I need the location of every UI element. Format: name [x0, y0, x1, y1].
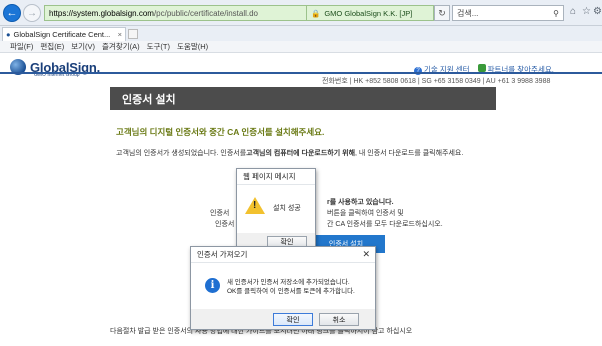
- tab-title: GlobalSign Certificate Cent...: [13, 30, 111, 39]
- arrow-left-icon: ←: [6, 7, 18, 19]
- star-icon[interactable]: ☆: [582, 6, 591, 17]
- search-icon: ⚲: [553, 8, 559, 18]
- body-text-post: , 내 인증서 다운로드를 클릭해주세요.: [355, 150, 464, 157]
- webpage-message-dialog: 웹 페이지 메시지 ! 설치 성공 확인: [236, 168, 316, 252]
- tab-globalsign[interactable]: ● GlobalSign Certificate Cent... ×: [2, 27, 126, 41]
- certificate-indicator[interactable]: 🔒 GMO GlobalSign K.K. [JP]: [306, 5, 434, 21]
- refresh-button[interactable]: ↻: [434, 5, 450, 21]
- cert-dialog-line2: OK를 클릭하여 이 인증서를 토큰에 추가합니다.: [227, 288, 355, 295]
- partial-text-2: 버튼을 클릭하여 인증서 및: [327, 210, 404, 217]
- webpage-dialog-message: 설치 성공: [273, 205, 301, 212]
- gear-icon[interactable]: ⚙: [593, 6, 602, 17]
- partial-text-3: 인증서: [215, 221, 235, 228]
- cert-dialog-message: 새 인증서가 인증서 저장소에 추가되었습니다. OK를 클릭하여 이 인증서를…: [227, 278, 355, 296]
- menu-bar: 파일(F) 편집(E) 보기(V) 즐겨찾기(A) 도구(T) 도움말(H): [0, 41, 602, 53]
- refresh-icon: ↻: [438, 7, 446, 18]
- certificate-import-dialog: 인증서 가져오기 ✕ i 새 인증서가 인증서 저장소에 추가되었습니다. OK…: [190, 246, 376, 330]
- search-input[interactable]: 검색... ⚲: [452, 5, 564, 21]
- menu-favorites[interactable]: 즐겨찾기(A): [102, 41, 140, 52]
- menu-tools[interactable]: 도구(T): [147, 41, 170, 52]
- menu-view[interactable]: 보기(V): [71, 41, 95, 52]
- url-domain: https://system.globalsign.com: [49, 8, 154, 18]
- menu-help[interactable]: 도움말(H): [177, 41, 208, 52]
- new-tab-button[interactable]: [128, 29, 138, 39]
- menu-edit[interactable]: 편집(E): [40, 41, 64, 52]
- url-path: /pc/public/certificate/install.do: [153, 8, 258, 18]
- header-divider: [0, 72, 602, 74]
- webpage-dialog-title: 웹 페이지 메시지: [237, 169, 315, 185]
- close-tab-icon[interactable]: ×: [118, 30, 122, 39]
- close-icon[interactable]: ✕: [362, 249, 370, 260]
- search-placeholder: 검색...: [457, 8, 479, 18]
- handshake-icon: [477, 64, 486, 72]
- home-icon[interactable]: ⌂: [570, 6, 576, 17]
- site-favicon-icon: ●: [6, 30, 11, 39]
- back-button[interactable]: ←: [3, 4, 21, 22]
- arrow-right-icon: →: [27, 7, 37, 19]
- forward-button[interactable]: →: [23, 4, 41, 22]
- body-text-pre: 고객님의 인증서가 생성되었습니다. 인증서를: [116, 150, 247, 157]
- cert-dialog-line1: 새 인증서가 인증서 저장소에 추가되었습니다.: [227, 279, 350, 286]
- cert-ok-button[interactable]: 확인: [273, 313, 313, 326]
- page-title: 인증서 설치: [110, 87, 496, 110]
- info-icon: i: [205, 278, 220, 293]
- cert-dialog-title: 인증서 가져오기: [191, 247, 375, 263]
- menu-file[interactable]: 파일(F): [10, 41, 33, 52]
- partial-text-4: 인증서: [210, 210, 230, 217]
- cert-label: GMO GlobalSign K.K. [JP]: [324, 8, 413, 18]
- lock-icon: 🔒: [311, 8, 321, 18]
- headline: 고객님의 디지털 인증서와 중간 CA 인증서를 설치해주세요.: [116, 127, 325, 137]
- body-text: 고객님의 인증서가 생성되었습니다. 인증서를고객님의 컴퓨터에 다운로드하기 …: [116, 148, 463, 158]
- cert-cancel-button[interactable]: 취소: [319, 313, 359, 326]
- warning-icon: !: [245, 197, 265, 214]
- partial-text-1: r를 사용하고 있습니다.: [327, 199, 394, 206]
- body-text-bold: 고객님의 컴퓨터에 다운로드하기 위해: [246, 150, 356, 157]
- phone-numbers: 전화번호 | HK +852 5808 0618 | SG +65 3158 0…: [322, 78, 551, 85]
- partial-text-3b: 간 CA 인증서를 모두 다운로드하십시오.: [327, 221, 443, 228]
